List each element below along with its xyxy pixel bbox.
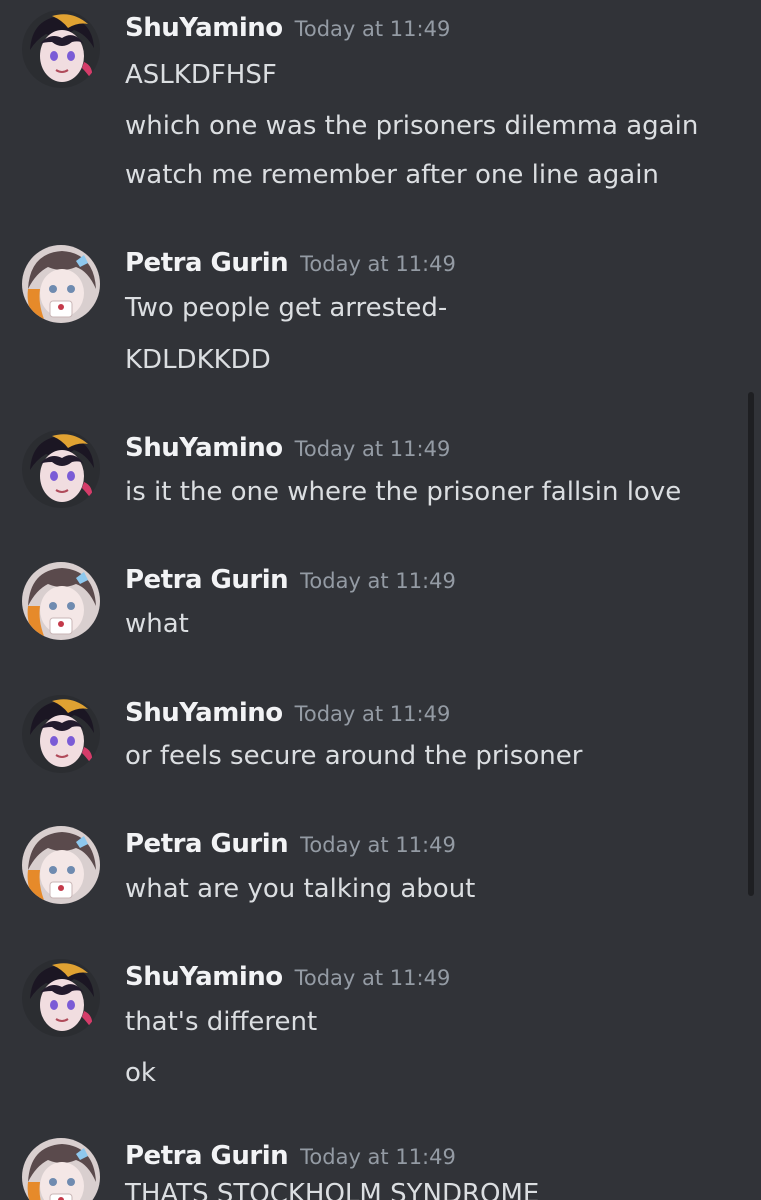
message-text: Two people get arrested- <box>125 293 448 323</box>
petra-avatar[interactable] <box>22 245 100 323</box>
author-name[interactable]: Petra Gurin <box>125 565 289 595</box>
message-header: ShuYamino Today at 11:49 <box>125 959 450 995</box>
message-text: which one was the prisoners dilemma agai… <box>125 111 699 141</box>
shu-avatar[interactable] <box>22 430 100 508</box>
shu-avatar[interactable] <box>22 10 100 88</box>
message-header: Petra Gurin Today at 11:49 <box>125 562 456 598</box>
message-header: ShuYamino Today at 11:49 <box>125 695 450 731</box>
message-header: ShuYamino Today at 11:49 <box>125 430 450 466</box>
shu-avatar[interactable] <box>22 695 100 773</box>
message-text: THATS STOCKHOLM SYNDROME <box>125 1179 540 1200</box>
message-text: ASLKDFHSF <box>125 60 277 90</box>
petra-avatar[interactable] <box>22 1138 100 1200</box>
message-timestamp: Today at 11:49 <box>294 17 451 41</box>
message-text: KDLDKKDD <box>125 345 271 375</box>
message-text: is it the one where the prisoner fallsin… <box>125 477 682 507</box>
message-text: what <box>125 609 189 639</box>
message-timestamp: Today at 11:49 <box>294 702 451 726</box>
message-header: Petra Gurin Today at 11:49 <box>125 826 456 862</box>
message-header: ShuYamino Today at 11:49 <box>125 10 450 46</box>
chat-message-list[interactable]: ShuYamino Today at 11:49 ASLKDFHSF which … <box>0 0 761 1200</box>
author-name[interactable]: ShuYamino <box>125 962 283 992</box>
author-name[interactable]: Petra Gurin <box>125 1141 289 1171</box>
author-name[interactable]: ShuYamino <box>125 433 283 463</box>
petra-avatar[interactable] <box>22 562 100 640</box>
message-text: or feels secure around the prisoner <box>125 741 583 771</box>
author-name[interactable]: ShuYamino <box>125 13 283 43</box>
message-timestamp: Today at 11:49 <box>294 437 451 461</box>
message-timestamp: Today at 11:49 <box>300 252 456 276</box>
shu-avatar[interactable] <box>22 959 100 1037</box>
scrollbar-thumb[interactable] <box>748 392 754 896</box>
author-name[interactable]: Petra Gurin <box>125 248 289 278</box>
message-header: Petra Gurin Today at 11:49 <box>125 1138 456 1174</box>
message-text: what are you talking about <box>125 874 476 904</box>
message-timestamp: Today at 11:49 <box>300 833 456 857</box>
message-timestamp: Today at 11:49 <box>300 1145 456 1169</box>
message-timestamp: Today at 11:49 <box>300 569 456 593</box>
message-header: Petra Gurin Today at 11:49 <box>125 245 456 281</box>
message-timestamp: Today at 11:49 <box>294 966 451 990</box>
message-text: ok <box>125 1058 156 1088</box>
author-name[interactable]: Petra Gurin <box>125 829 289 859</box>
petra-avatar[interactable] <box>22 826 100 904</box>
message-text: that's different <box>125 1007 318 1037</box>
author-name[interactable]: ShuYamino <box>125 698 283 728</box>
message-text: watch me remember after one line again <box>125 160 659 190</box>
